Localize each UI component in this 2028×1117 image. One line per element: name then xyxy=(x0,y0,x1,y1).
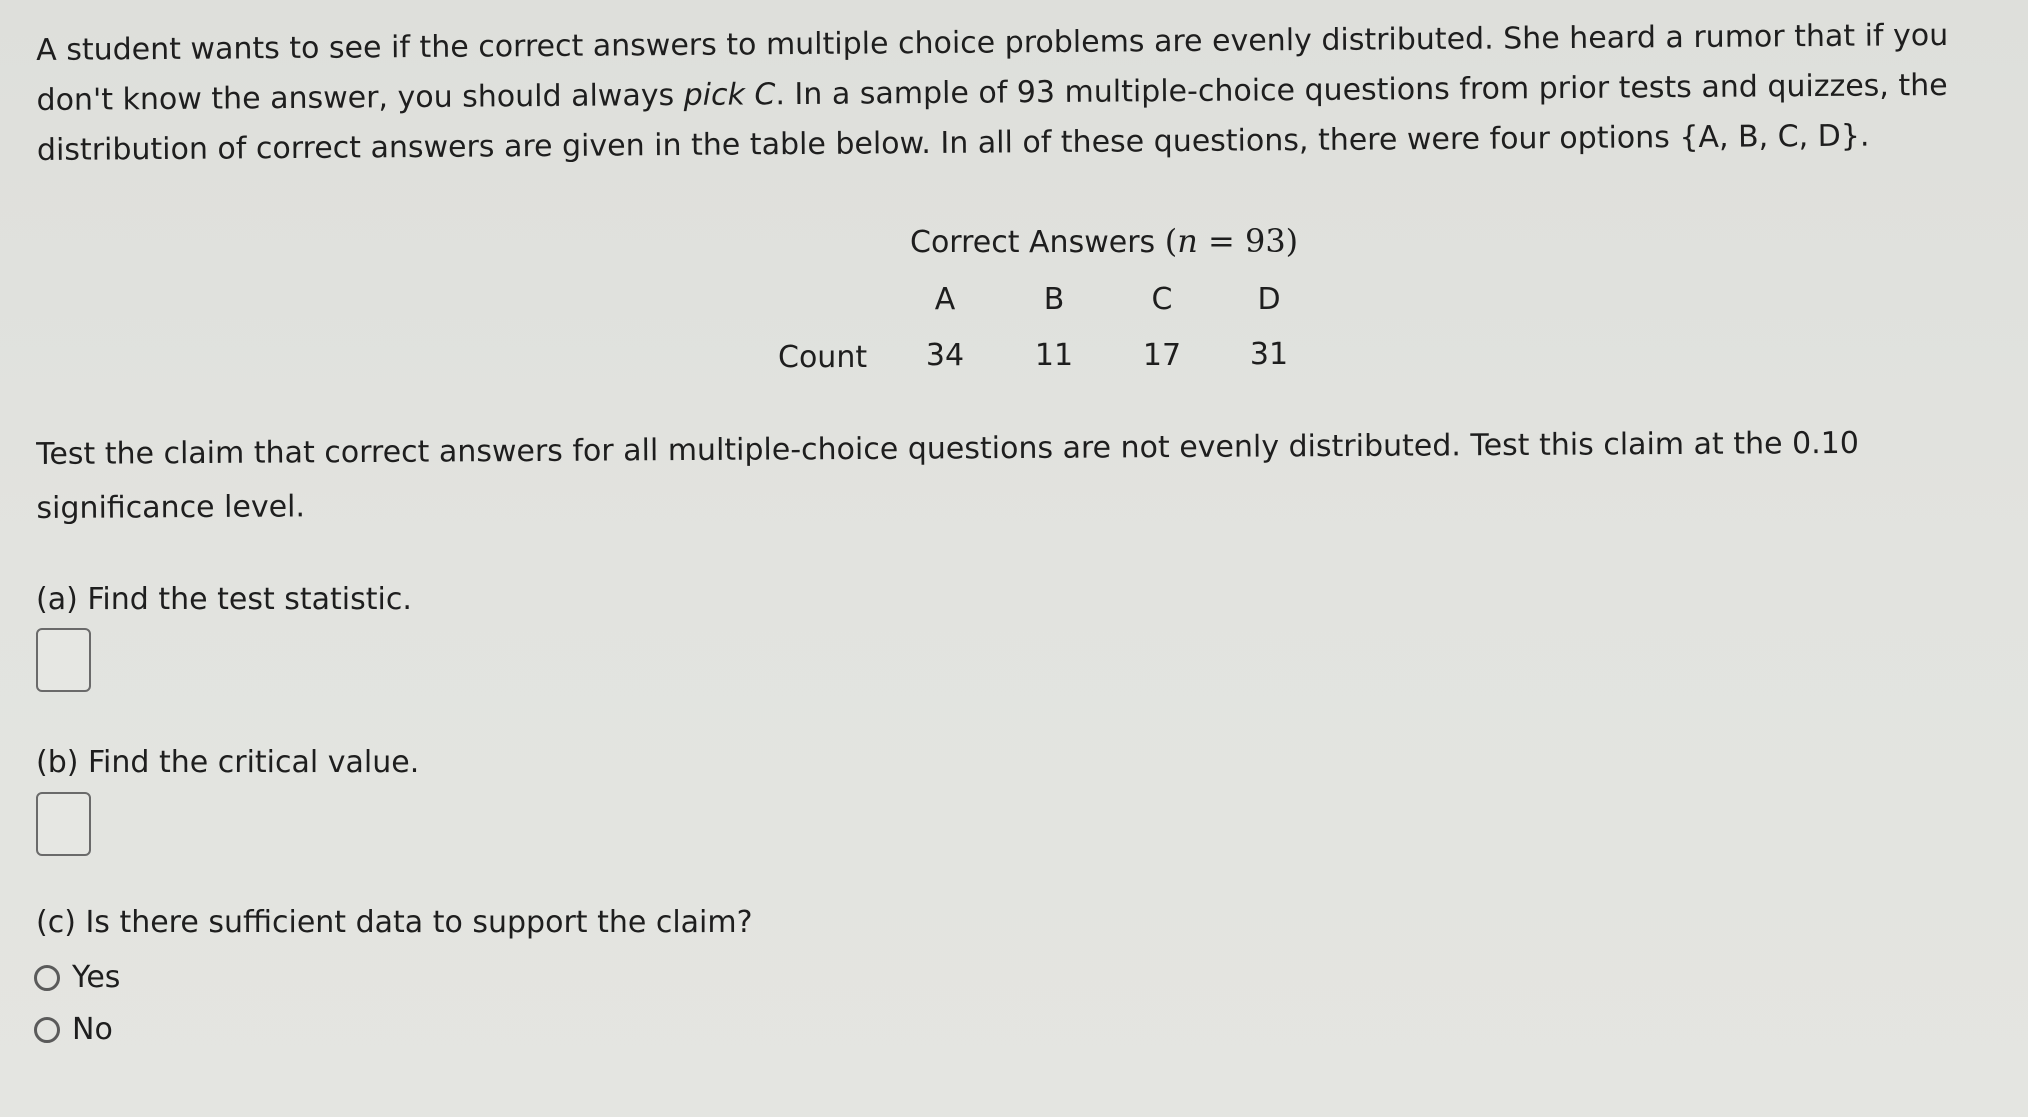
intro-line-2-start: don't know the answer, you should always xyxy=(36,77,684,118)
question-c-label: (c) Is there sufficient data to support … xyxy=(36,905,753,940)
radio-button-yes[interactable] xyxy=(34,964,60,991)
table-caption-math: (n = 93) xyxy=(1165,222,1298,260)
count-cell-d: 31 xyxy=(1249,337,1289,372)
table-caption-text: Correct Answers xyxy=(910,225,1165,260)
question-b-label: (b) Find the critical value. xyxy=(36,745,420,780)
question-page: A student wants to see if the correct an… xyxy=(0,0,2028,1117)
math-open-paren: ( xyxy=(1164,222,1178,260)
row-header-count: Count xyxy=(778,340,868,375)
critical-value-input[interactable] xyxy=(36,792,91,856)
count-cell-c: 17 xyxy=(1142,338,1182,373)
test-statistic-input[interactable] xyxy=(36,628,91,692)
column-header-b: B xyxy=(1043,282,1065,317)
intro-line-2-end: . In a sample of 93 multiple-choice ques… xyxy=(775,67,1948,113)
count-cell-b: 11 xyxy=(1034,338,1074,373)
option-no-label: No xyxy=(72,1012,113,1047)
math-equals-93: = 93) xyxy=(1197,222,1299,260)
option-yes[interactable]: Yes xyxy=(34,960,120,995)
option-yes-label: Yes xyxy=(72,960,121,995)
column-header-a: A xyxy=(934,282,956,317)
math-variable-n: n xyxy=(1177,222,1198,260)
option-no[interactable]: No xyxy=(34,1012,113,1047)
question-a-label: (a) Find the test statistic. xyxy=(36,582,412,617)
claim-statement: Test the claim that correct answers for … xyxy=(36,416,1937,536)
count-cell-a: 34 xyxy=(925,338,965,373)
radio-button-no[interactable] xyxy=(34,1016,60,1043)
intro-line-2-italic: pick C xyxy=(683,77,776,113)
column-header-d: D xyxy=(1257,282,1281,317)
problem-intro: A student wants to see if the correct an… xyxy=(36,11,1997,176)
column-header-c: C xyxy=(1151,282,1173,317)
table-caption: Correct Answers (n = 93) xyxy=(910,222,1298,260)
